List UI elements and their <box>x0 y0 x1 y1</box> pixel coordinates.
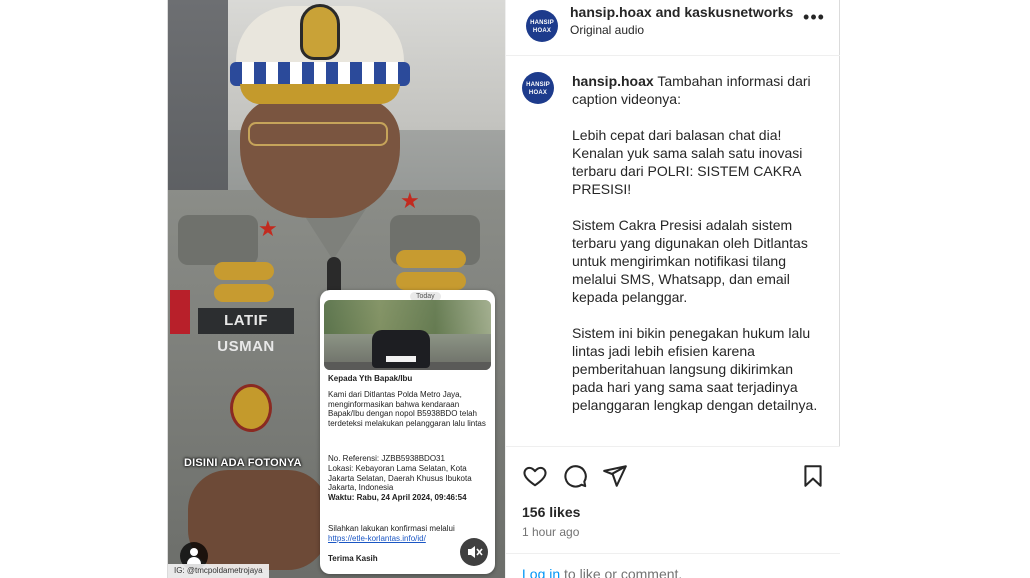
glasses <box>248 122 388 146</box>
cap-badge <box>300 4 340 60</box>
login-prompt-text: to like or comment. <box>564 566 683 578</box>
caption-paragraph: Lebih cepat dari balasan chat dia! Kenal… <box>572 127 803 197</box>
bookmark-icon[interactable] <box>800 463 826 489</box>
post-caption: hansip.hoax Tambahan informasi dari capt… <box>572 72 822 432</box>
send-icon[interactable] <box>602 463 628 489</box>
caption-username[interactable]: hansip.hoax <box>572 73 654 89</box>
video-credit: IG: @tmcpoldametrojaya <box>168 564 269 578</box>
cap-band <box>230 62 410 86</box>
flag-patch <box>170 290 190 334</box>
avatar[interactable]: HANSIP HOAX <box>526 10 558 42</box>
post-timestamp[interactable]: 1 hour ago <box>522 525 579 539</box>
login-link[interactable]: Log in <box>522 566 560 578</box>
post-actions: 156 likes 1 hour ago Log in to like or c… <box>506 446 840 578</box>
phone-confirm: Silahkan lakukan konfirmasi melalui <box>328 524 455 533</box>
star-icon: ★ <box>400 188 420 213</box>
caption-first-line: hansip.hoax Tambahan informasi dari capt… <box>572 72 822 108</box>
heart-icon[interactable] <box>522 463 548 489</box>
post-video[interactable]: ★ ★ LATIF USMAN DISINI ADA FOTONYA Today… <box>168 0 505 578</box>
gold-insignia <box>214 262 274 280</box>
gold-insignia <box>396 250 466 268</box>
epaulet-left <box>178 215 258 265</box>
phone-screenshot: Today Kepada Yth Bapak/Ibu Kami dari Dit… <box>320 290 495 574</box>
video-overlay-text: DISINI ADA FOTONYA <box>184 457 302 469</box>
car <box>372 330 430 368</box>
muted-speaker-icon[interactable] <box>460 538 488 566</box>
license-plate <box>386 356 416 362</box>
phone-reference: No. Referensi: JZBB5938BDO31 <box>328 454 445 463</box>
caption-paragraph: Sistem ini bikin penegakan hukum lalu li… <box>572 325 818 413</box>
like-count[interactable]: 156 likes <box>522 504 580 520</box>
pocket-badge <box>230 384 272 432</box>
comment-icon[interactable] <box>562 463 588 489</box>
officer-cap <box>230 0 410 120</box>
caption-avatar[interactable]: HANSIP HOAX <box>522 72 554 104</box>
gold-insignia <box>396 272 466 290</box>
phone-location: Lokasi: Kebayoran Lama Selatan, Kota Jak… <box>328 464 472 492</box>
gold-insignia <box>214 284 274 302</box>
phone-time: Waktu: Rabu, 24 April 2024, 09:46:54 <box>328 493 467 502</box>
login-prompt: Log in to like or comment. <box>506 553 840 578</box>
audio-label[interactable]: Original audio <box>570 23 644 37</box>
phone-body: Kami dari Ditlantas Polda Metro Jaya, me… <box>328 390 486 428</box>
trees <box>324 300 491 334</box>
post-sidebar: HANSIP HOAX hansip.hoax and kaskusnetwor… <box>505 0 840 578</box>
post-author-names[interactable]: hansip.hoax and kaskusnetworks <box>570 4 793 20</box>
cap-visor <box>240 84 400 104</box>
caption-paragraph: Sistem Cakra Presisi adalah sistem terba… <box>572 217 808 305</box>
officer-hands <box>188 470 328 570</box>
phone-greeting: Kepada Yth Bapak/Ibu <box>328 374 413 383</box>
violation-photo <box>324 300 491 370</box>
star-icon: ★ <box>258 216 278 241</box>
more-dots-icon[interactable]: ••• <box>802 8 826 28</box>
post-header: HANSIP HOAX hansip.hoax and kaskusnetwor… <box>506 0 840 56</box>
nameplate: LATIF USMAN <box>198 308 294 355</box>
